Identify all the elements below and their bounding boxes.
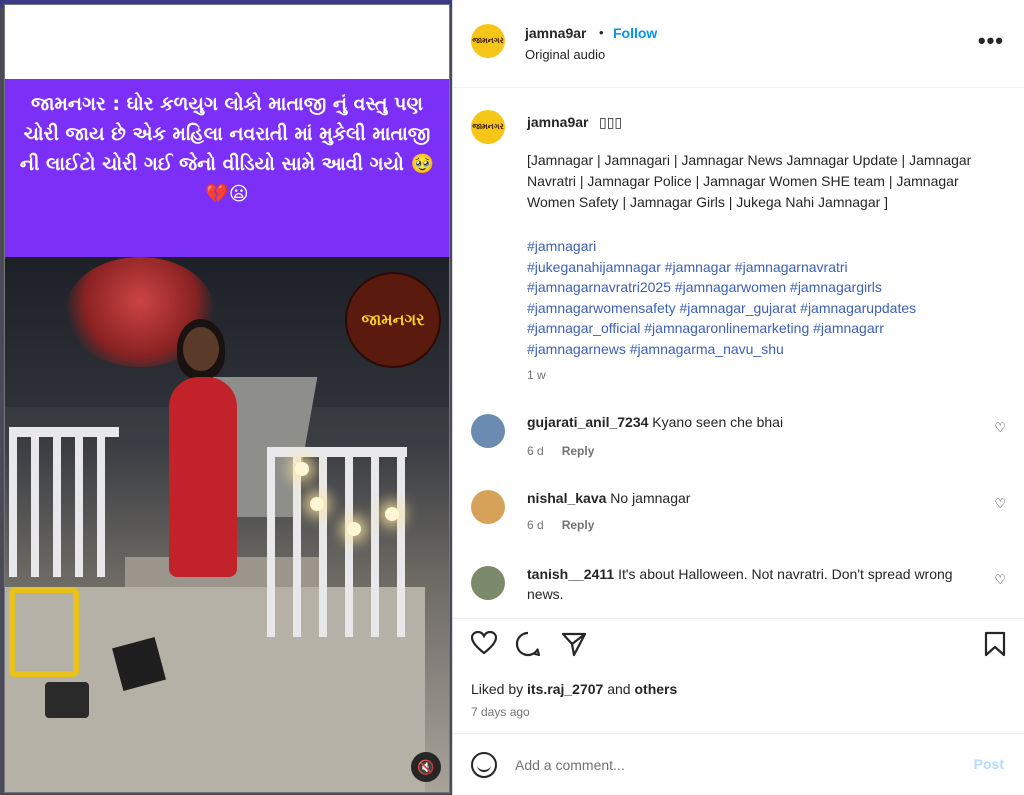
emoji-smiley-icon[interactable] — [471, 752, 497, 778]
caption-avatar[interactable]: જામનગર — [471, 110, 505, 144]
caption-username[interactable]: jamna9ar — [527, 114, 588, 130]
liked-by-others[interactable]: others — [634, 681, 677, 697]
commenter-avatar[interactable] — [471, 490, 505, 524]
video-banner-text: જામનગર : ઘોર કળયુગ લોકો માતાજી નું વસ્તુ… — [5, 79, 449, 257]
liked-by-line: Liked by its.raj_2707 and others — [471, 681, 677, 697]
like-heart-icon[interactable] — [470, 630, 498, 662]
comment-age: 6 d — [527, 518, 544, 532]
yellow-chair — [9, 587, 79, 677]
string-light — [295, 462, 309, 476]
comment-composer: Post — [453, 733, 1024, 795]
comment-age: 6 d — [527, 444, 544, 458]
commenter-avatar[interactable] — [471, 566, 505, 600]
comment-item: gujarati_anil_7234 Kyano seen che bhai 6… — [453, 410, 1024, 470]
string-light — [347, 522, 361, 536]
comment-body: nishal_kava No jamnagar — [527, 488, 967, 508]
woman-figure — [155, 317, 245, 597]
reply-button[interactable]: Reply — [562, 444, 595, 458]
porch-railing-left — [9, 427, 119, 577]
follow-button[interactable]: Follow — [613, 25, 657, 41]
comment-bubble-icon[interactable] — [515, 631, 541, 664]
comment-like-icon[interactable]: ♡ — [994, 420, 1006, 436]
reel-video[interactable]: જામનગર : ઘોર કળયુગ લોકો માતાજી નું વસ્તુ… — [4, 4, 450, 793]
video-frame: જામનગર — [5, 257, 449, 792]
comment-text: Kyano seen che bhai — [652, 414, 784, 430]
commenter-avatar[interactable] — [471, 414, 505, 448]
comment-meta: 6 d Reply — [527, 444, 594, 458]
comment-body: tanish__2411 It's about Halloween. Not n… — [527, 564, 967, 604]
header-dot: • — [599, 25, 604, 40]
comment-item: tanish__2411 It's about Halloween. Not n… — [453, 562, 1024, 612]
comment-like-icon[interactable]: ♡ — [994, 572, 1006, 588]
post-comment-button[interactable]: Post — [974, 756, 1004, 772]
reply-button[interactable]: Reply — [562, 518, 595, 532]
post-header: જામનગર jamna9ar • Follow Original audio … — [453, 0, 1024, 88]
post-details-panel: જામનગર jamna9ar • Follow Original audio … — [452, 0, 1024, 795]
string-light — [310, 497, 324, 511]
comment-text: No jamnagar — [610, 490, 691, 506]
account-avatar[interactable]: જામનગર — [471, 24, 505, 58]
comment-item: nishal_kava No jamnagar 6 d Reply ♡ — [453, 486, 1024, 546]
comment-meta: 6 d Reply — [527, 518, 594, 532]
comment-username[interactable]: nishal_kava — [527, 490, 606, 506]
share-paper-plane-icon[interactable] — [561, 631, 587, 664]
header-username[interactable]: jamna9ar — [525, 25, 586, 41]
hashtag-line[interactable]: #jukeganahijamnagar #jamnagar #jamnagarn… — [527, 257, 997, 278]
comment-body: gujarati_anil_7234 Kyano seen che bhai — [527, 412, 967, 432]
comment-like-icon[interactable]: ♡ — [994, 496, 1006, 512]
hashtag-line[interactable]: #jamnagarnews #jamnagarma_navu_shu — [527, 339, 997, 360]
add-comment-input[interactable] — [515, 752, 935, 778]
string-light — [385, 507, 399, 521]
woman-dress — [169, 377, 237, 577]
comment-username[interactable]: gujarati_anil_7234 — [527, 414, 648, 430]
original-audio-link[interactable]: Original audio — [525, 47, 605, 62]
instagram-post-view: જામનગર : ઘોર કળયુગ લોકો માતાજી નું વસ્તુ… — [0, 0, 1024, 795]
caption-username-suffix: ▯▯▯ — [599, 114, 623, 130]
save-bookmark-icon[interactable] — [984, 631, 1006, 664]
woman-head — [183, 327, 219, 371]
liked-by-and: and — [607, 681, 631, 697]
hashtag-line[interactable]: #jamnagar_official #jamnagaronlinemarket… — [527, 318, 997, 339]
hashtag-line[interactable]: #jamnagari — [527, 236, 997, 257]
more-options-icon[interactable]: ••• — [978, 28, 1004, 54]
comment-username[interactable]: tanish__2411 — [527, 566, 614, 582]
post-actions: Liked by its.raj_2707 and others 7 days … — [453, 618, 1024, 730]
channel-logo-badge: જામનગર — [345, 272, 441, 368]
hashtag-line[interactable]: #jamnagarnavratri2025 #jamnagarwomen #ja… — [527, 277, 997, 298]
hashtag-line[interactable]: #jamnagarwomensafety #jamnagar_gujarat #… — [527, 298, 997, 319]
video-top-bar — [5, 5, 449, 79]
basket — [45, 682, 89, 718]
liked-by-user[interactable]: its.raj_2707 — [527, 681, 603, 697]
post-age: 1 w — [527, 368, 546, 382]
post-date: 7 days ago — [471, 705, 530, 719]
porch-railing-right — [267, 447, 407, 637]
liked-by-prefix: Liked by — [471, 681, 524, 697]
speaker-muted-icon[interactable]: 🔇 — [411, 752, 441, 782]
hashtag-list: #jamnagari #jukeganahijamnagar #jamnagar… — [527, 236, 997, 359]
caption-text: [Jamnagar | Jamnagari | Jamnagar News Ja… — [527, 152, 972, 210]
